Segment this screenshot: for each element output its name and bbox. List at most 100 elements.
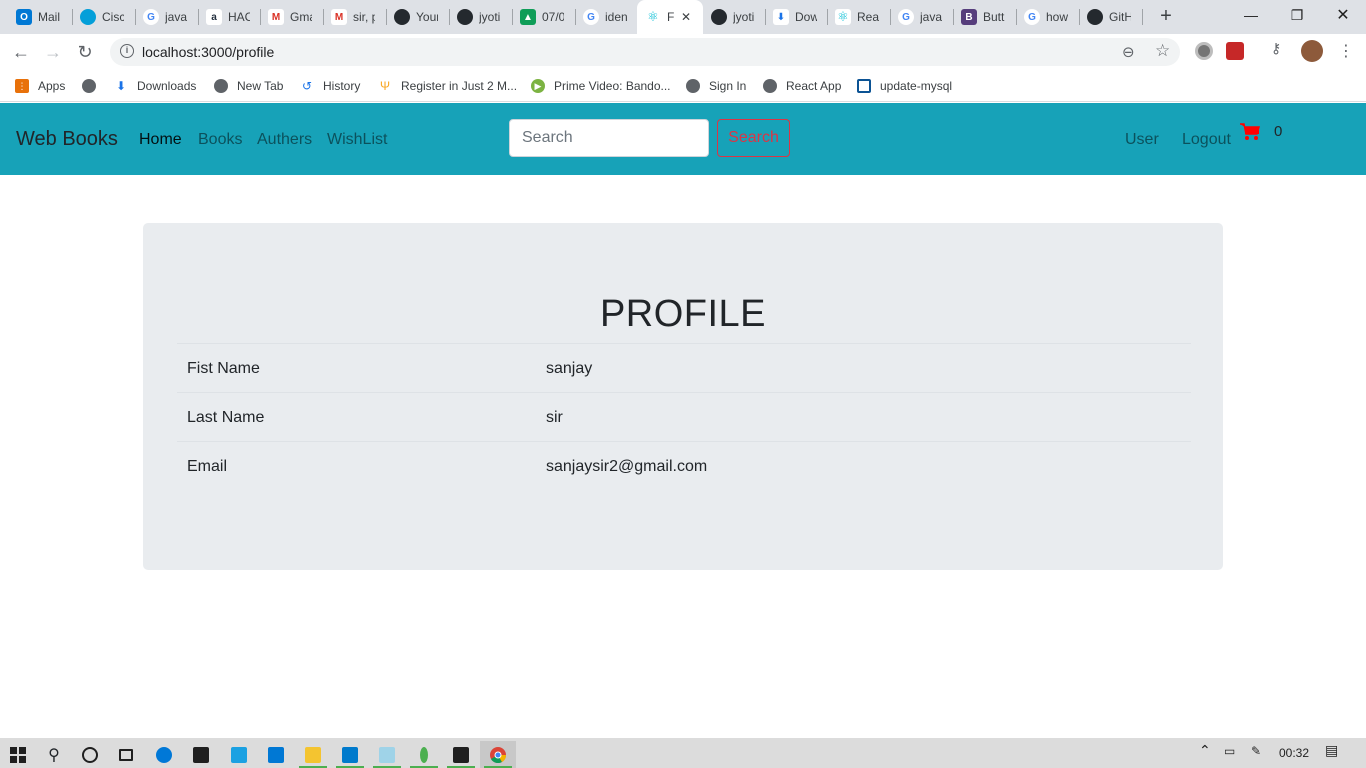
- profile-label: Email: [187, 458, 228, 475]
- cisco-icon: [80, 9, 96, 25]
- page-title: PROFILE: [599, 293, 767, 335]
- file-explorer-icon[interactable]: [295, 741, 331, 768]
- github-icon: [457, 9, 473, 25]
- address-bar[interactable]: i localhost:3000/profile ⊖ ☆: [110, 38, 1180, 66]
- notification-icon[interactable]: ▤: [1325, 742, 1338, 759]
- profile-card: PROFILE Fist Name sanjay Last Name sir E…: [143, 223, 1223, 570]
- tab-close-icon[interactable]: ✕: [681, 10, 691, 24]
- google-icon: G: [898, 9, 914, 25]
- task-view-icon[interactable]: [108, 741, 144, 768]
- bookmark-sign-in[interactable]: Sign In: [686, 76, 746, 96]
- cortana-icon[interactable]: [72, 741, 108, 768]
- browser-tab[interactable]: jyoti: [449, 0, 512, 34]
- zoom-icon[interactable]: ⊖: [1122, 43, 1135, 61]
- restore-button[interactable]: ❐: [1274, 0, 1320, 30]
- profile-value: sanjay: [546, 360, 593, 377]
- google-icon: G: [583, 9, 599, 25]
- browser-toolbar: ← → ↻ i localhost:3000/profile ⊖ ☆ ⚷ ⋮: [0, 34, 1366, 70]
- profile-row: Email sanjaysir2@gmail.com: [177, 441, 1191, 490]
- reload-button[interactable]: ↻: [73, 40, 97, 64]
- search-icon[interactable]: ⚲: [36, 741, 72, 768]
- browser-tab[interactable]: B Butt: [953, 0, 1016, 34]
- nav-link-logout[interactable]: Logout: [1182, 131, 1231, 149]
- site-info-icon[interactable]: i: [120, 44, 134, 58]
- doc-icon: [857, 79, 871, 93]
- minimize-button[interactable]: —: [1228, 0, 1274, 30]
- bookmark-update-mysql[interactable]: update-mysql: [857, 76, 952, 96]
- vscode-icon[interactable]: [332, 741, 368, 768]
- google-icon: G: [1024, 9, 1040, 25]
- battery-icon[interactable]: ▭: [1224, 744, 1235, 758]
- notepad-icon[interactable]: [369, 741, 405, 768]
- bootstrap-icon: B: [961, 9, 977, 25]
- windows-taskbar: ⚲ ⌃ ▭ ✎ 00:32 ▤: [0, 738, 1366, 768]
- window-close-button[interactable]: ✕: [1320, 0, 1366, 30]
- gmail-icon: M: [331, 9, 347, 25]
- github-icon: [394, 9, 410, 25]
- bookmark-apps[interactable]: ⋮ Apps: [15, 76, 65, 96]
- search-button[interactable]: Search: [717, 119, 790, 157]
- browser-tab[interactable]: GitH: [1079, 0, 1142, 34]
- browser-tab[interactable]: G how: [1016, 0, 1079, 34]
- gmail-icon: M: [268, 9, 284, 25]
- clock[interactable]: 00:32: [1279, 746, 1309, 760]
- store-icon[interactable]: [183, 741, 219, 768]
- browser-tab[interactable]: Your: [386, 0, 449, 34]
- bookmark-downloads[interactable]: ⬇ Downloads: [114, 76, 196, 96]
- extension-icon[interactable]: [1226, 42, 1244, 60]
- forward-button[interactable]: →: [41, 40, 65, 64]
- bookmark-new-tab[interactable]: New Tab: [214, 76, 283, 96]
- key-icon[interactable]: ⚷: [1271, 40, 1289, 58]
- navbar-brand[interactable]: Web Books: [16, 128, 118, 151]
- browser-tab[interactable]: ⚛ Reac: [827, 0, 890, 34]
- profile-label: Fist Name: [187, 360, 260, 377]
- new-tab-button[interactable]: +: [1155, 5, 1177, 27]
- browser-tab[interactable]: a HAC: [198, 0, 260, 34]
- pen-icon[interactable]: ✎: [1251, 744, 1261, 758]
- profile-row: Last Name sir: [177, 392, 1191, 441]
- nav-link-home[interactable]: Home: [139, 131, 182, 149]
- cart-icon[interactable]: [1240, 123, 1260, 141]
- globe-icon: [214, 79, 228, 93]
- browser-tab[interactable]: jyoti: [703, 0, 765, 34]
- nav-link-wishlist[interactable]: WishList: [327, 131, 387, 149]
- bookmark-history[interactable]: ↺ History: [300, 76, 360, 96]
- browser-tab[interactable]: M sir, p: [323, 0, 386, 34]
- drive-icon: ▲: [520, 9, 536, 25]
- bookmark-star-icon[interactable]: ☆: [1155, 41, 1170, 61]
- bookmark-prime-video[interactable]: ▶ Prime Video: Bando...: [531, 76, 671, 96]
- chrome-icon[interactable]: [480, 741, 516, 768]
- bookmark-react-app[interactable]: React App: [763, 76, 841, 96]
- nav-link-user[interactable]: User: [1125, 131, 1159, 149]
- menu-kebab-icon[interactable]: ⋮: [1334, 40, 1358, 64]
- url-text[interactable]: localhost:3000/profile: [142, 44, 274, 60]
- avatar[interactable]: [1301, 40, 1323, 62]
- mongodb-icon[interactable]: [406, 741, 442, 768]
- terminal-icon[interactable]: [443, 741, 479, 768]
- chevron-up-icon[interactable]: ⌃: [1199, 742, 1211, 759]
- browser-tab[interactable]: O Mail: [8, 0, 72, 34]
- app-icon[interactable]: [221, 741, 257, 768]
- browser-tab[interactable]: G java: [890, 0, 953, 34]
- globe-icon: [763, 79, 777, 93]
- search-input[interactable]: [509, 119, 709, 157]
- nav-link-books[interactable]: Books: [198, 131, 242, 149]
- bookmark-register[interactable]: Ψ Register in Just 2 M...: [378, 76, 517, 96]
- browser-tab[interactable]: M Gma: [260, 0, 323, 34]
- edge-icon[interactable]: [146, 741, 182, 768]
- play-icon: ▶: [531, 79, 545, 93]
- browser-tab[interactable]: G iden: [575, 0, 637, 34]
- bookmark-item[interactable]: [82, 76, 105, 96]
- browser-tab[interactable]: ⬇ Dow: [765, 0, 827, 34]
- back-button[interactable]: ←: [9, 40, 33, 64]
- browser-tab[interactable]: ▲ 07/0: [512, 0, 575, 34]
- plant-icon: Ψ: [378, 79, 392, 93]
- nav-link-authers[interactable]: Authers: [257, 131, 312, 149]
- extension-icon[interactable]: [1195, 42, 1213, 60]
- cart-count: 0: [1274, 123, 1283, 140]
- browser-tab[interactable]: Cisco: [72, 0, 135, 34]
- browser-tab-active[interactable]: ⚛ F ✕: [637, 0, 703, 34]
- start-windows-icon[interactable]: [0, 741, 36, 768]
- mail-icon[interactable]: [258, 741, 294, 768]
- browser-tab[interactable]: G java: [135, 0, 198, 34]
